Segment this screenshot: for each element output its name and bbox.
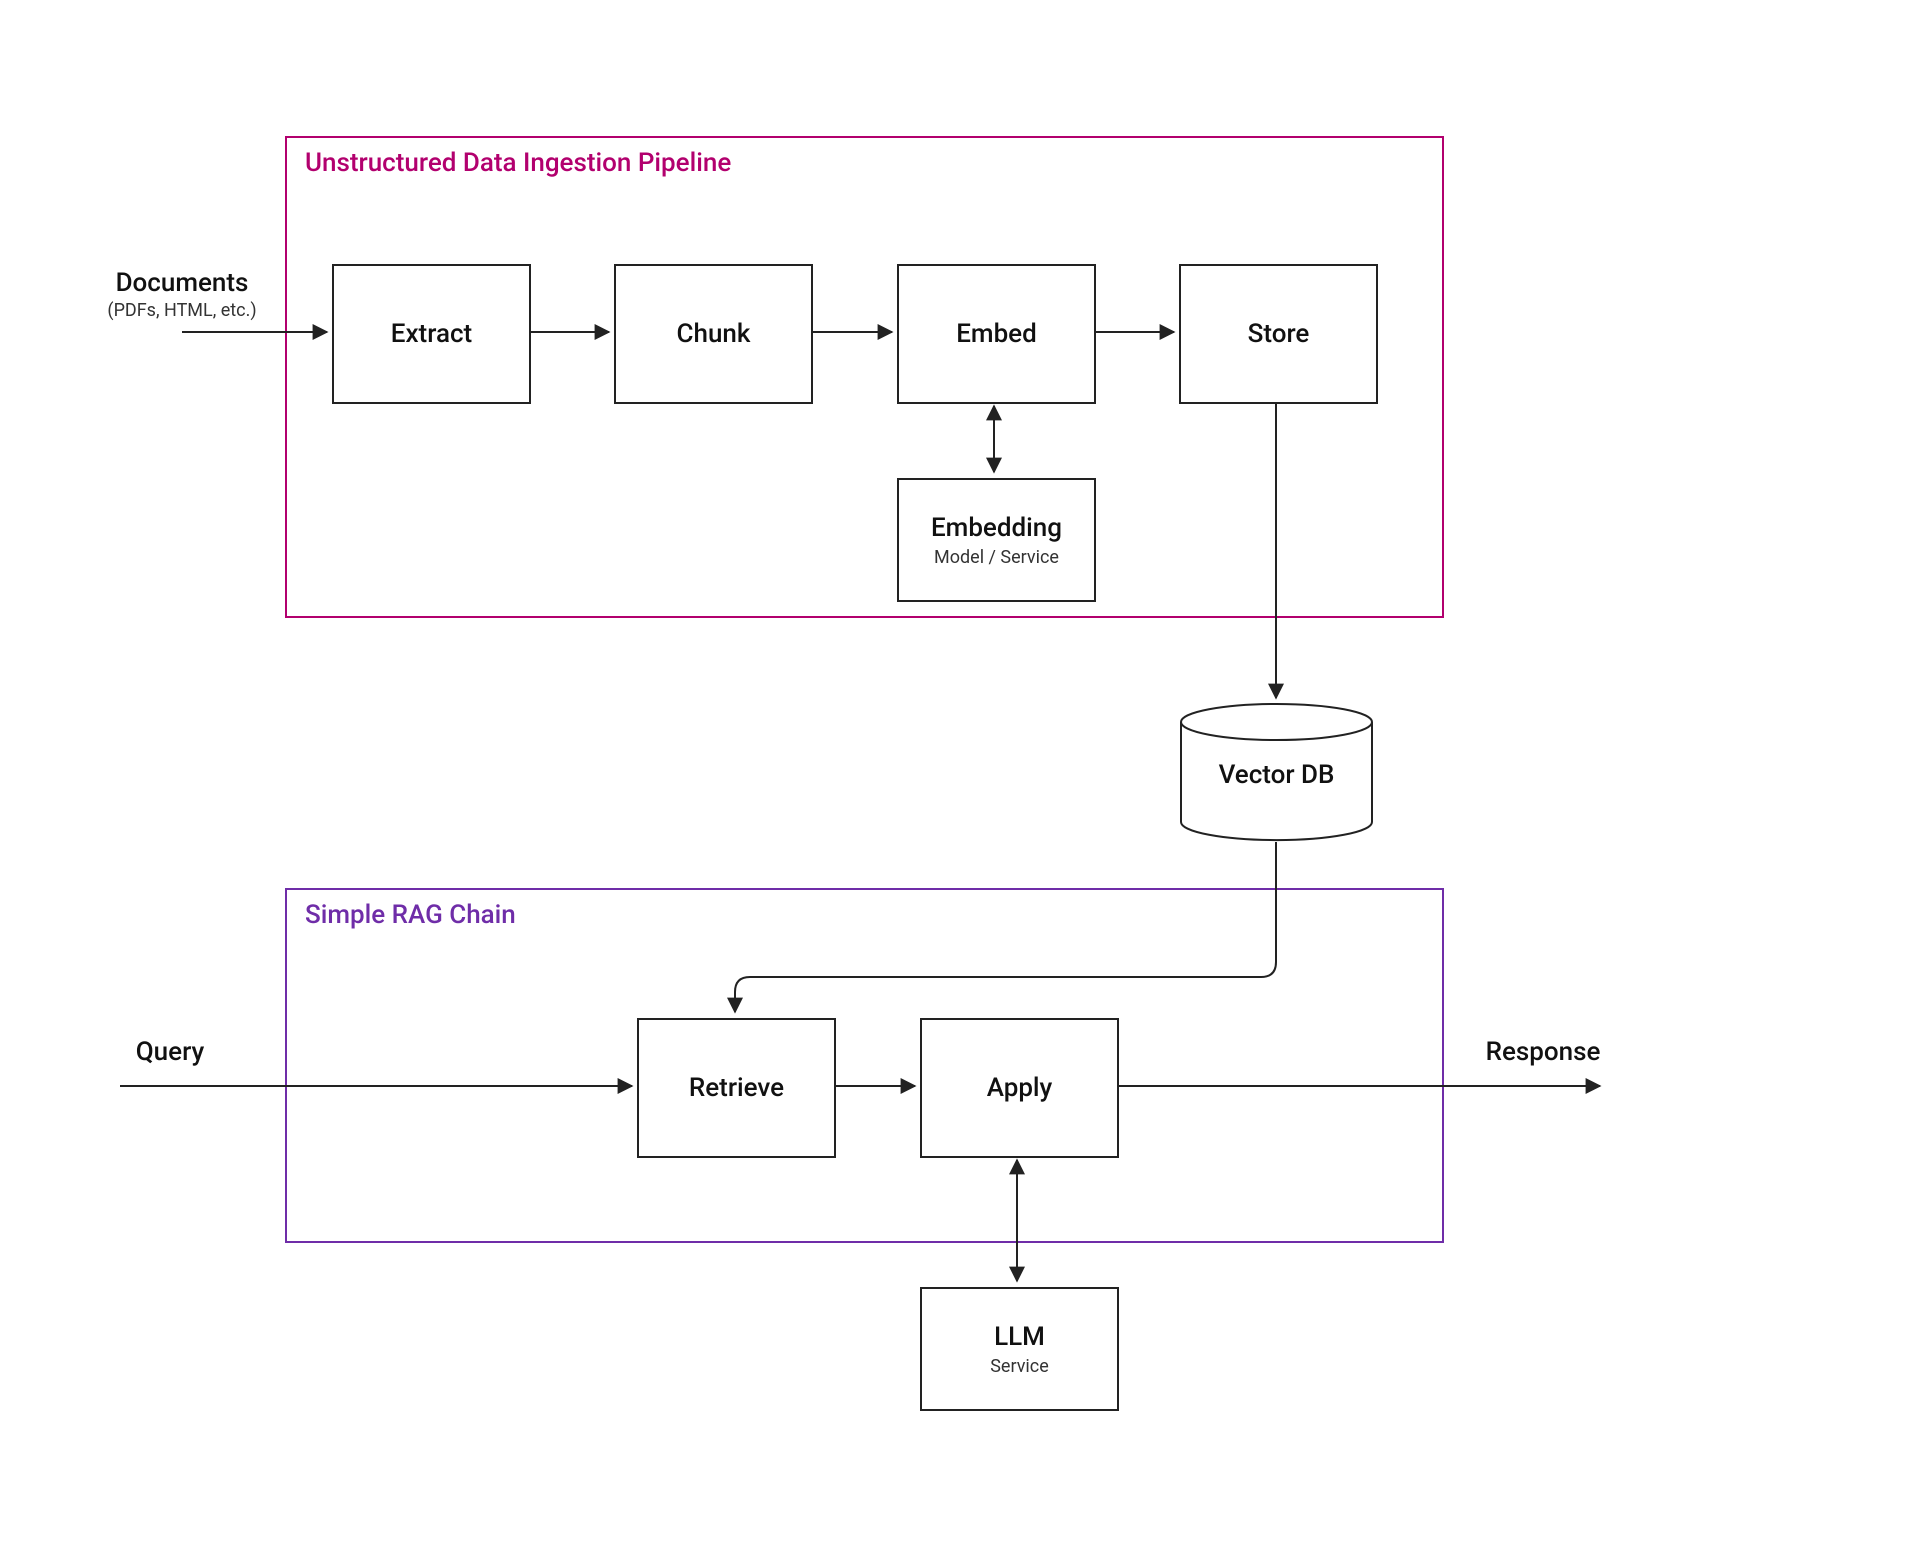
node-embedding-service-sub: Model / Service [934, 547, 1059, 568]
node-retrieve: Retrieve [637, 1018, 836, 1158]
node-vector-db: Vector DB [1179, 702, 1374, 842]
node-chunk-title: Chunk [677, 319, 751, 349]
node-store: Store [1179, 264, 1378, 404]
label-query: Query [110, 1037, 230, 1067]
node-embed: Embed [897, 264, 1096, 404]
node-embed-title: Embed [956, 319, 1037, 349]
label-response-title: Response [1486, 1037, 1601, 1067]
node-apply-title: Apply [987, 1073, 1053, 1103]
node-extract: Extract [332, 264, 531, 404]
label-query-title: Query [136, 1037, 204, 1067]
group-ingestion-pipeline-title: Unstructured Data Ingestion Pipeline [305, 148, 731, 178]
node-embedding-service: Embedding Model / Service [897, 478, 1096, 602]
node-apply: Apply [920, 1018, 1119, 1158]
node-embedding-service-title: Embedding [931, 513, 1062, 543]
node-extract-title: Extract [391, 319, 472, 349]
diagram-canvas: Unstructured Data Ingestion Pipeline Sim… [0, 0, 1920, 1557]
label-response: Response [1463, 1037, 1623, 1067]
node-llm-service-title: LLM [994, 1322, 1045, 1352]
node-llm-service: LLM Service [920, 1287, 1119, 1411]
label-documents-title: Documents [116, 268, 249, 298]
group-rag-chain: Simple RAG Chain [285, 888, 1444, 1243]
node-llm-service-sub: Service [990, 1356, 1049, 1377]
label-documents: Documents (PDFs, HTML, etc.) [92, 268, 272, 321]
node-store-title: Store [1248, 319, 1310, 349]
node-chunk: Chunk [614, 264, 813, 404]
group-rag-chain-title: Simple RAG Chain [305, 900, 516, 930]
node-retrieve-title: Retrieve [689, 1073, 784, 1103]
label-documents-sub: (PDFs, HTML, etc.) [92, 300, 272, 321]
node-vector-db-title: Vector DB [1179, 760, 1374, 790]
